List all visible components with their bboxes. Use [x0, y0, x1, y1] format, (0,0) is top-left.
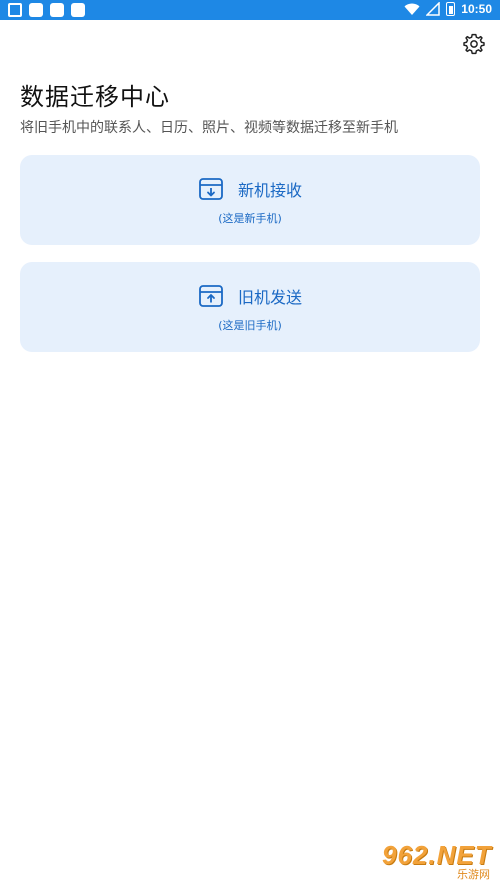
screen-icon: [8, 3, 22, 17]
send-row: 旧机发送: [20, 283, 480, 309]
settings-button[interactable]: [463, 33, 485, 55]
status-time: 10:50: [461, 2, 492, 16]
notification-icon: [50, 3, 64, 17]
battery-icon: [446, 2, 456, 16]
inbox-download-icon: [199, 178, 223, 200]
receive-row: 新机接收: [20, 176, 480, 202]
receive-hint: (这是新手机): [218, 212, 282, 225]
send-label: 旧机发送: [237, 288, 302, 307]
new-phone-receive-button[interactable]: 新机接收 (这是新手机): [20, 155, 480, 245]
page-title: 数据迁移中心: [20, 83, 170, 111]
status-bar: 10:50: [0, 0, 500, 20]
send-hint: (这是旧手机): [218, 319, 282, 332]
old-phone-send-button[interactable]: 旧机发送 (这是旧手机): [20, 262, 480, 352]
gear-icon: [463, 33, 485, 55]
wifi-icon: [404, 3, 420, 15]
notification-icon: [71, 3, 85, 17]
notification-icon: [29, 3, 43, 17]
watermark-logo: 962.NET 乐游网: [376, 840, 494, 882]
page-subtitle: 将旧手机中的联系人、日历、照片、视频等数据迁移至新手机: [20, 120, 398, 136]
receive-label: 新机接收: [237, 181, 302, 200]
status-left-icons: [8, 3, 85, 17]
inbox-upload-icon: [199, 285, 223, 307]
watermark-sub: 乐游网: [457, 868, 490, 881]
status-right-icons: 10:50: [404, 2, 492, 16]
signal-icon: [426, 2, 441, 16]
